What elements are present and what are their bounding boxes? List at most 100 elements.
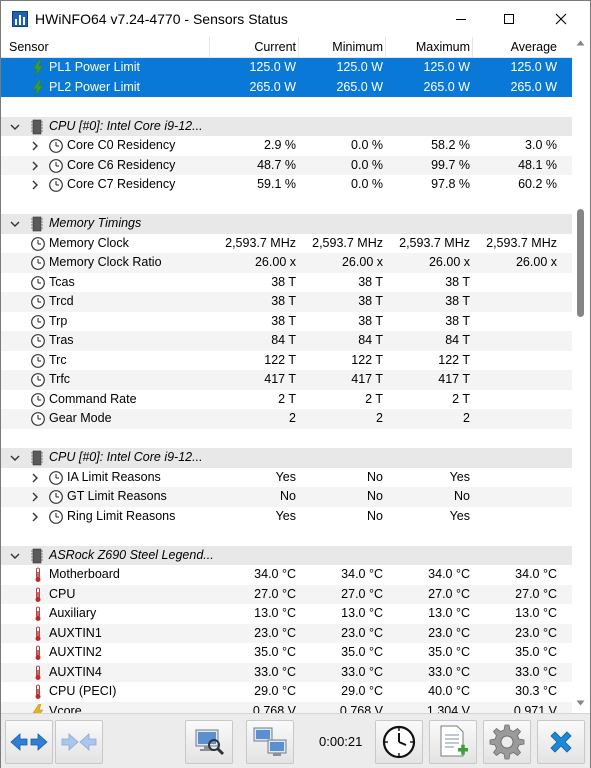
value-current: 38 T <box>271 294 296 308</box>
value-minimum: 0.0 % <box>351 157 383 172</box>
sensor-row[interactable]: GT Limit Reasons No No No <box>1 487 572 507</box>
column-header-average[interactable]: Average <box>472 40 557 54</box>
sensor-row[interactable]: Ring Limit Reasons Yes No Yes <box>1 507 572 527</box>
value-average: 27.0 °C <box>515 586 557 601</box>
sensor-row[interactable]: Command Rate 2 T 2 T 2 T <box>1 390 572 410</box>
add-report-button[interactable] <box>429 720 477 764</box>
sensor-row[interactable]: IA Limit Reasons Yes No Yes <box>1 468 572 488</box>
sensor-row[interactable]: Core C7 Residency 59.1 % 0.0 % 97.8 % 60.2 % <box>1 175 572 195</box>
chevron-right-icon[interactable] <box>30 179 40 190</box>
expand-all-button[interactable] <box>5 720 53 764</box>
value-maximum: 23.0 °C <box>428 625 470 640</box>
sensor-row[interactable]: Tcas 38 T 38 T 38 T <box>1 273 572 293</box>
network-search-icon <box>195 729 225 756</box>
sensor-group-row[interactable]: ASRock Z690 Steel Legend... <box>1 545 572 565</box>
chevron-right-icon[interactable] <box>30 472 40 482</box>
value-average: 35.0 °C <box>515 645 557 659</box>
scroll-down-icon[interactable] <box>576 699 585 707</box>
sensor-group-row[interactable]: CPU [#0]: Intel Core i9-12... <box>1 116 572 136</box>
clock-icon <box>30 392 46 408</box>
chevron-right-icon[interactable] <box>30 140 40 151</box>
sensor-row[interactable]: CPU 27.0 °C 27.0 °C 27.0 °C 27.0 °C <box>1 584 572 604</box>
value-minimum: 417 T <box>351 372 383 386</box>
column-header-minimum[interactable]: Minimum <box>298 40 383 54</box>
value-current: 2.9 % <box>264 138 296 152</box>
network-search-button[interactable] <box>185 720 233 764</box>
value-current: 33.0 °C <box>254 664 296 679</box>
sensor-row[interactable]: Tras 84 T 84 T 84 T <box>1 331 572 351</box>
sensor-row[interactable]: Core C6 Residency 48.7 % 0.0 % 99.7 % 48.1 % <box>1 155 572 175</box>
close-sensors-button[interactable] <box>537 720 585 764</box>
sensor-row[interactable]: AUXTIN2 35.0 °C 35.0 °C 35.0 °C 35.0 °C <box>1 643 572 663</box>
sensor-row[interactable]: Trc 122 T 122 T 122 T <box>1 351 572 371</box>
thermometer-icon <box>30 626 46 642</box>
sensor-label: Trcd <box>49 294 74 308</box>
value-maximum: 33.0 °C <box>428 664 470 679</box>
value-current: 38 T <box>271 274 296 289</box>
chevron-right-icon[interactable] <box>30 160 40 170</box>
minimize-button[interactable] <box>438 1 484 37</box>
sensor-row[interactable]: Auxiliary 13.0 °C 13.0 °C 13.0 °C 13.0 °C <box>1 604 572 624</box>
sensor-row[interactable]: Memory Clock 2,593.7 MHz 2,593.7 MHz 2,593.… <box>1 234 572 254</box>
value-minimum: 33.0 °C <box>341 664 383 679</box>
settings-button[interactable] <box>483 720 531 764</box>
sensor-group-row[interactable]: Memory Timings <box>1 214 572 234</box>
value-current: 34.0 °C <box>254 567 296 581</box>
collapse-arrows-icon <box>61 733 97 751</box>
window-title: HWiNFO64 v7.24-4770 - Sensors Status <box>35 11 288 27</box>
value-maximum: 13.0 °C <box>428 606 470 620</box>
sensor-row[interactable]: Vcore 0.768 V 0.768 V 1.304 V 0.971 V <box>1 701 572 714</box>
sensor-row[interactable]: AUXTIN1 23.0 °C 23.0 °C 23.0 °C 23.0 °C <box>1 623 572 643</box>
sensor-row[interactable]: PL1 Power Limit 125.0 W 125.0 W 125.0 W 125.… <box>1 58 572 78</box>
chevron-right-icon[interactable] <box>30 511 40 521</box>
value-maximum: 35.0 °C <box>428 645 470 659</box>
value-current: No <box>280 489 296 503</box>
sensor-row[interactable]: Trcd 38 T 38 T 38 T <box>1 292 572 312</box>
network-computers-button[interactable] <box>246 720 294 764</box>
title-bar: HWiNFO64 v7.24-4770 - Sensors Status <box>1 1 590 37</box>
chevron-down-icon[interactable] <box>10 121 20 131</box>
chevron-down-icon[interactable] <box>10 452 20 462</box>
value-minimum: 2,593.7 MHz <box>312 235 383 250</box>
chevron-down-icon[interactable] <box>10 218 20 228</box>
sensor-row[interactable]: AUXTIN4 33.0 °C 33.0 °C 33.0 °C 33.0 °C <box>1 662 572 682</box>
scroll-up-icon[interactable] <box>576 39 585 47</box>
sensor-table: Sensor Current Minimum Maximum Average P… <box>1 37 572 713</box>
sensor-row[interactable]: Trfc 417 T 417 T 417 T <box>1 370 572 390</box>
close-button[interactable] <box>538 1 584 37</box>
chevron-right-icon[interactable] <box>30 491 40 502</box>
scrollbar-thumb[interactable] <box>577 209 584 317</box>
sensor-label: Core C6 Residency <box>67 157 176 172</box>
vertical-scrollbar[interactable] <box>572 37 590 713</box>
sensor-row[interactable]: Motherboard 34.0 °C 34.0 °C 34.0 °C 34.0 °C <box>1 565 572 585</box>
sensor-row[interactable]: Memory Clock Ratio 26.00 x 26.00 x 26.00 x 2… <box>1 253 572 273</box>
sensor-group-row[interactable]: CPU [#0]: Intel Core i9-12... <box>1 448 572 468</box>
value-minimum: No <box>367 508 383 523</box>
clock-icon <box>48 509 64 525</box>
sensor-label: Trp <box>49 313 68 328</box>
maximize-button[interactable] <box>486 1 532 37</box>
chip-icon <box>29 450 45 466</box>
column-header-sensor[interactable]: Sensor <box>9 40 49 54</box>
sensor-row[interactable]: Trp 38 T 38 T 38 T <box>1 312 572 332</box>
sensor-label: GT Limit Reasons <box>67 489 167 503</box>
collapse-all-button[interactable] <box>55 720 103 764</box>
value-minimum: 125.0 W <box>336 60 383 74</box>
column-header-current[interactable]: Current <box>211 40 296 54</box>
value-maximum: 125.0 W <box>423 60 470 74</box>
sensor-row[interactable]: Gear Mode 2 2 2 <box>1 409 572 429</box>
expand-arrows-icon <box>10 733 48 751</box>
sensor-row[interactable]: CPU (PECI) 29.0 °C 29.0 °C 40.0 °C 30.3 °C <box>1 682 572 702</box>
value-maximum: 2,593.7 MHz <box>399 235 470 250</box>
logging-timer-button[interactable] <box>375 720 423 764</box>
value-minimum: 0.768 V <box>339 703 383 714</box>
group-label: CPU [#0]: Intel Core i9-12... <box>49 118 203 133</box>
sensor-row[interactable]: PL2 Power Limit 265.0 W 265.0 W 265.0 W 265.… <box>1 77 572 97</box>
hwinfo-sensors-window: HWiNFO64 v7.24-4770 - Sensors Status Sen… <box>0 0 591 768</box>
chevron-down-icon[interactable] <box>10 550 20 560</box>
value-current: 27.0 °C <box>254 586 296 601</box>
sensor-row[interactable]: Core C0 Residency 2.9 % 0.0 % 58.2 % 3.0 % <box>1 136 572 156</box>
column-header-maximum[interactable]: Maximum <box>385 40 470 54</box>
bolt-icon <box>30 79 46 96</box>
group-label: ASRock Z690 Steel Legend... <box>49 547 214 562</box>
